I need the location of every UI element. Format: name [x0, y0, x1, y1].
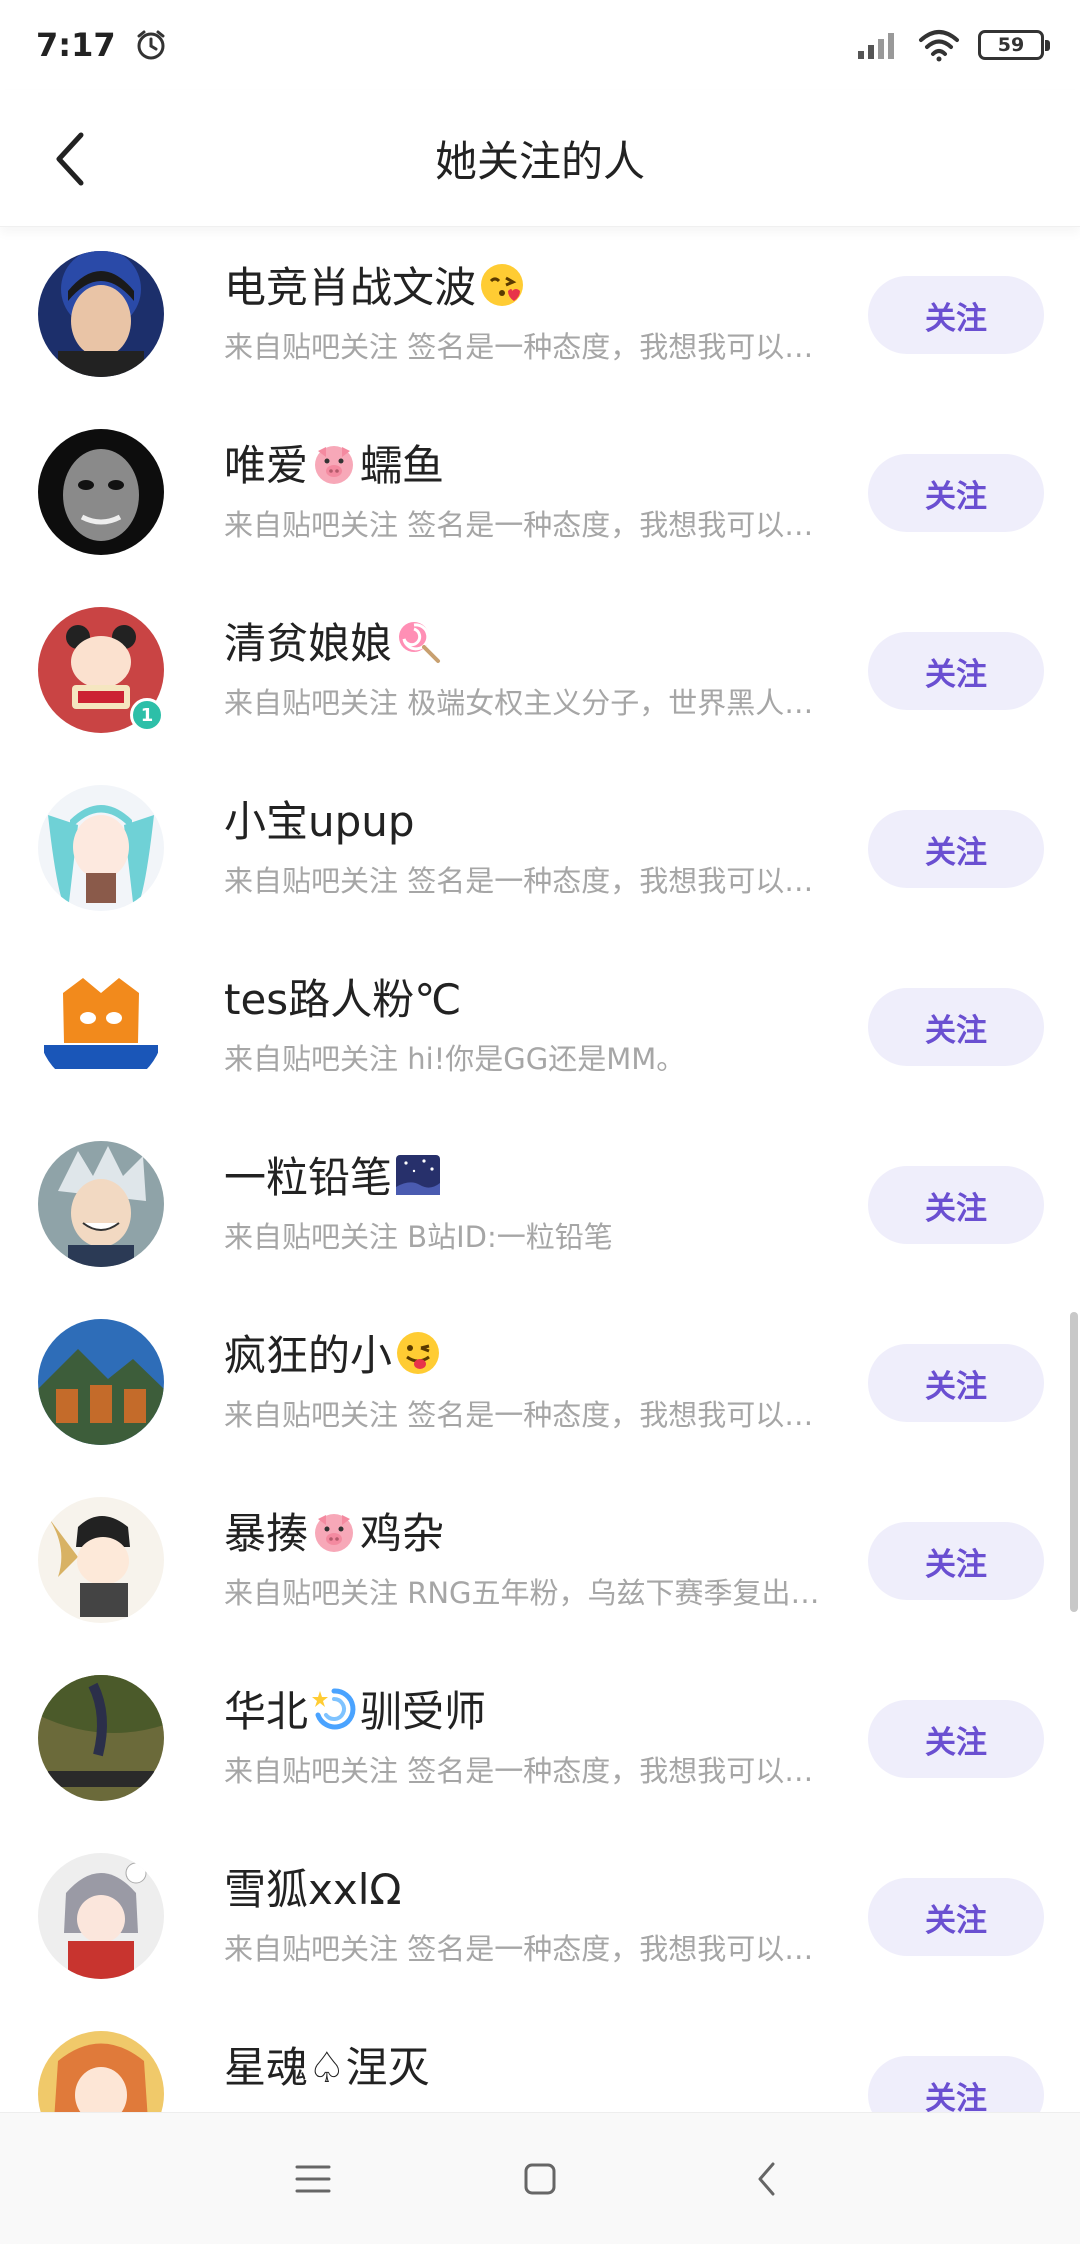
chevron-left-icon — [56, 132, 84, 186]
battery-indicator: 59 — [978, 30, 1050, 60]
list-item[interactable]: 1 清贫娘娘 来自贴吧关注 极端女权主义分子，世界黑人… 关注 — [0, 582, 1080, 760]
user-name[interactable]: 清贫娘娘 — [224, 610, 442, 671]
dizzy-icon — [312, 1687, 356, 1729]
user-name[interactable]: 雪狐xxlΩ — [224, 1856, 401, 1917]
user-description: 来自贴吧关注 签名是一种态度，我想我可以… — [224, 330, 814, 364]
wifi-icon — [919, 30, 959, 62]
list-item[interactable]: 雪狐xxlΩ 来自贴吧关注 签名是一种态度，我想我可以… 关注 — [0, 1828, 1080, 2006]
user-name[interactable]: 一粒铅笔 — [224, 1144, 442, 1205]
avatar[interactable] — [38, 1141, 164, 1267]
user-description: 来自贴吧关注 签名是一种态度，我想我可以… — [224, 1398, 814, 1432]
kissing-face-icon — [481, 263, 524, 306]
user-name[interactable]: 唯爱 蠕鱼 — [224, 432, 444, 493]
list-item[interactable]: 华北 驯受师 来自贴吧关注 签名是一种态度，我想我可以… 关注 — [0, 1650, 1080, 1828]
avatar[interactable] — [38, 785, 164, 911]
user-name[interactable]: 华北 驯受师 — [224, 1678, 486, 1739]
page-title: 她关注的人 — [434, 136, 645, 186]
square-icon — [524, 2163, 556, 2194]
list-item[interactable]: 疯狂的小 来自贴吧关注 签名是一种态度，我想我可以… 关注 — [0, 1294, 1080, 1472]
user-description: 来自贴吧关注 B站ID:一粒铅笔 — [224, 1220, 613, 1254]
user-name[interactable]: 暴揍 鸡杂 — [224, 1500, 444, 1561]
avatar[interactable] — [38, 1497, 164, 1623]
chevron-left-icon — [758, 2162, 775, 2195]
app-header: 她关注的人 — [0, 90, 1080, 227]
list-item[interactable]: 唯爱 蠕鱼 来自贴吧关注 签名是一种态度，我想我可以… 关注 — [0, 404, 1080, 582]
list-item[interactable]: 暴揍 鸡杂 来自贴吧关注 RNG五年粉，乌兹下赛季复出… 关注 — [0, 1472, 1080, 1650]
user-name[interactable]: tes路人粉℃ — [224, 966, 461, 1027]
nav-back-button[interactable] — [727, 2139, 807, 2219]
battery-level: 59 — [997, 34, 1025, 56]
night-sky-icon — [396, 1154, 441, 1195]
status-bar: 7:17 59 — [0, 0, 1080, 90]
menu-button[interactable] — [273, 2139, 353, 2219]
lollipop-icon — [399, 621, 441, 663]
avatar[interactable] — [38, 251, 164, 377]
list-item[interactable]: 小宝upup 来自贴吧关注 签名是一种态度，我想我可以… 关注 — [0, 760, 1080, 938]
list-item[interactable]: 一粒铅笔 来自贴吧关注 B站ID:一粒铅笔 关注 — [0, 1116, 1080, 1294]
level-badge: 1 — [130, 698, 164, 732]
user-name[interactable]: 星魂♤涅灭 — [224, 2034, 430, 2095]
follow-button[interactable]: 关注 — [868, 1166, 1044, 1244]
home-button[interactable] — [500, 2139, 580, 2219]
follow-button[interactable]: 关注 — [868, 276, 1044, 354]
follow-button[interactable]: 关注 — [868, 1522, 1044, 1600]
user-description: 来自贴吧关注 RNG五年粉，乌兹下赛季复出… — [224, 1576, 820, 1610]
user-name[interactable]: 小宝upup — [224, 788, 415, 849]
avatar[interactable] — [38, 963, 164, 1089]
user-description: 来自贴吧关注 hi!你是GG还是MM。 — [224, 1042, 686, 1076]
following-list: 电竞肖战文波 来自贴吧关注 签名是一种态度，我想我可以… 关注 唯爱 蠕鱼 来自… — [0, 226, 1080, 2184]
avatar[interactable] — [38, 1319, 164, 1445]
avatar[interactable] — [38, 429, 164, 555]
status-time: 7:17 — [36, 26, 116, 64]
back-button[interactable] — [40, 124, 100, 194]
user-description: 来自贴吧关注 签名是一种态度，我想我可以… — [224, 864, 814, 898]
follow-button[interactable]: 关注 — [868, 1700, 1044, 1778]
alarm-icon — [137, 30, 165, 60]
winking-tongue-face-icon — [397, 1331, 440, 1374]
avatar[interactable] — [38, 1853, 164, 1979]
pig-face-icon — [315, 1513, 354, 1552]
avatar[interactable] — [38, 1675, 164, 1801]
list-item[interactable]: 电竞肖战文波 来自贴吧关注 签名是一种态度，我想我可以… 关注 — [0, 226, 1080, 404]
user-name[interactable]: 电竞肖战文波 — [224, 254, 526, 315]
user-description: 来自贴吧关注 签名是一种态度，我想我可以… — [224, 1932, 814, 1966]
user-description: 来自贴吧关注 极端女权主义分子，世界黑人… — [224, 686, 814, 720]
menu-icon — [295, 2165, 331, 2192]
follow-button[interactable]: 关注 — [868, 454, 1044, 532]
system-nav-bar — [0, 2112, 1080, 2244]
scrollbar[interactable] — [1070, 1312, 1078, 1612]
signal-icon — [858, 33, 894, 59]
list-item[interactable]: tes路人粉℃ 来自贴吧关注 hi!你是GG还是MM。 关注 — [0, 938, 1080, 1116]
follow-button[interactable]: 关注 — [868, 810, 1044, 888]
follow-button[interactable]: 关注 — [868, 1878, 1044, 1956]
user-name[interactable]: 疯狂的小 — [224, 1322, 442, 1383]
follow-button[interactable]: 关注 — [868, 988, 1044, 1066]
follow-button[interactable]: 关注 — [868, 1344, 1044, 1422]
user-description: 来自贴吧关注 签名是一种态度，我想我可以… — [224, 1754, 814, 1788]
follow-button[interactable]: 关注 — [868, 632, 1044, 710]
pig-face-icon — [315, 445, 354, 484]
user-description: 来自贴吧关注 签名是一种态度，我想我可以… — [224, 508, 814, 542]
